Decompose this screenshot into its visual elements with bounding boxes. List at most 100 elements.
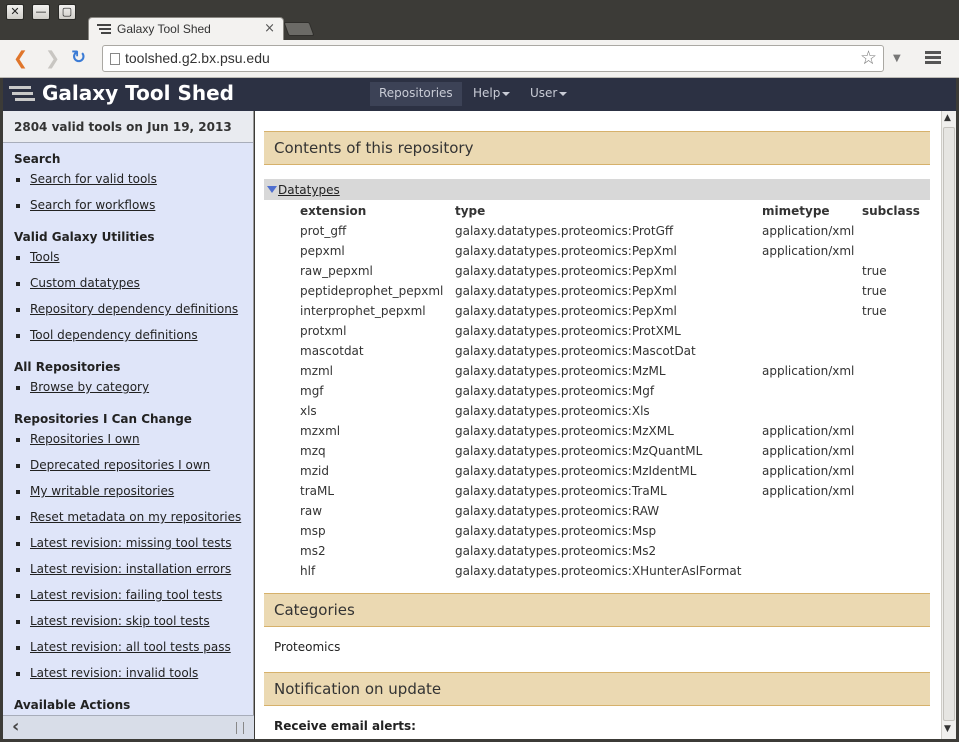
type-cell: galaxy.datatypes.proteomics:TraML	[455, 484, 667, 498]
datatypes-table-body: prot_gff galaxy.datatypes.proteomics:Prot…	[300, 221, 922, 581]
nav-link[interactable]: Tool dependency definitions	[30, 328, 198, 342]
url-text[interactable]: toolshed.g2.bx.psu.edu	[125, 50, 270, 66]
nav-user-label: User	[530, 86, 558, 100]
list-item: Latest revision: failing tool tests	[14, 585, 253, 611]
extension-cell: peptideprophet_pepxml	[300, 284, 444, 298]
reload-icon[interactable]: ↻	[71, 47, 86, 68]
column-header: mimetype	[762, 204, 830, 218]
nav-link[interactable]: Latest revision: failing tool tests	[30, 588, 222, 602]
section-list: Tools Custom datatypes Repository dependen…	[14, 247, 253, 351]
type-cell: galaxy.datatypes.proteomics:Ms2	[455, 544, 657, 558]
list-item: Search for valid tools	[14, 169, 253, 195]
mimetype-cell	[762, 261, 862, 281]
nav-link[interactable]: Repositories I own	[30, 432, 140, 446]
browser-toolbar: ❮ ❯ ↻ toolshed.g2.bx.psu.edu ☆ ▼	[0, 40, 959, 78]
tab-strip: ✕ — ▢ Galaxy Tool Shed ×	[0, 0, 959, 40]
tab-close-icon[interactable]: ×	[264, 21, 275, 36]
page-icon	[110, 53, 120, 65]
list-item: Search for workflows	[14, 195, 253, 221]
mimetype-cell: application/xml	[762, 364, 855, 378]
scrollbar-thumb[interactable]	[943, 127, 955, 721]
type-cell: galaxy.datatypes.proteomics:Mgf	[455, 384, 655, 398]
nav-link[interactable]: Latest revision: missing tool tests	[30, 536, 232, 550]
brand-title[interactable]: Galaxy Tool Shed	[42, 81, 234, 105]
back-arrow-icon[interactable]: ❮	[13, 48, 28, 69]
datatypes-link[interactable]: Datatypes	[278, 183, 340, 197]
new-tab-button[interactable]	[283, 22, 315, 36]
list-item: Repository dependency definitions	[14, 299, 253, 325]
main-content: Contents of this repository Datatypes ex…	[255, 111, 941, 739]
table-row: pepxml galaxy.datatypes.proteomics:PepXml…	[300, 241, 922, 261]
section-heading: Search	[14, 152, 61, 166]
subclass-cell	[862, 501, 922, 521]
nav-link[interactable]: Repository dependency definitions	[30, 302, 238, 316]
scroll-down-arrow-icon[interactable]: ▼	[944, 724, 951, 734]
table-row: mzq galaxy.datatypes.proteomics:MzQuantML…	[300, 441, 922, 461]
nav-link[interactable]: Latest revision: all tool tests pass	[30, 640, 231, 654]
left-panel-sections: Search Search for valid tools Search for w…	[3, 152, 253, 715]
table-row: mascotdat galaxy.datatypes.proteomics:Mas…	[300, 341, 922, 361]
nav-link[interactable]: Reset metadata on my repositories	[30, 510, 241, 524]
extension-cell: mzml	[300, 364, 334, 378]
close-window-button[interactable]: ✕	[6, 4, 24, 20]
address-bar[interactable]: toolshed.g2.bx.psu.edu ☆	[102, 45, 884, 72]
mimetype-cell	[762, 401, 862, 421]
caret-down-icon	[559, 91, 568, 96]
scroll-up-arrow-icon[interactable]: ▲	[944, 113, 951, 123]
mimetype-cell: application/xml	[762, 244, 855, 258]
table-row: mzxml galaxy.datatypes.proteomics:MzXML ap…	[300, 421, 922, 441]
chevron-down-icon[interactable]: ▼	[893, 53, 901, 64]
forward-arrow-icon[interactable]: ❯	[45, 48, 60, 69]
collapse-panel-icon[interactable]: ‹	[12, 716, 19, 737]
nav-link[interactable]: Latest revision: skip tool tests	[30, 614, 210, 628]
table-row: mzml galaxy.datatypes.proteomics:MzML appl…	[300, 361, 922, 381]
resize-grip-icon[interactable]	[236, 722, 244, 734]
nav-link[interactable]: Search for valid tools	[30, 172, 157, 186]
nav-link[interactable]: My writable repositories	[30, 484, 174, 498]
nav-link[interactable]: Search for workflows	[30, 198, 155, 212]
extension-cell: protxml	[300, 324, 347, 338]
mimetype-cell: application/xml	[762, 224, 855, 238]
nav-user[interactable]: User	[530, 86, 568, 100]
browser-menu-icon[interactable]	[925, 51, 941, 66]
minimize-window-button[interactable]: —	[32, 4, 50, 20]
nav-repositories[interactable]: Repositories	[370, 82, 462, 106]
table-row: raw galaxy.datatypes.proteomics:RAW	[300, 501, 922, 521]
type-cell: galaxy.datatypes.proteomics:Xls	[455, 404, 650, 418]
column-header: type	[455, 204, 486, 218]
expand-triangle-icon[interactable]	[267, 186, 277, 193]
type-cell: galaxy.datatypes.proteomics:MzIdentML	[455, 464, 697, 478]
list-item: Latest revision: skip tool tests	[14, 611, 253, 637]
mimetype-cell	[762, 521, 862, 541]
type-cell: galaxy.datatypes.proteomics:PepXml	[455, 284, 677, 298]
table-row: msp galaxy.datatypes.proteomics:Msp	[300, 521, 922, 541]
mimetype-cell: application/xml	[762, 464, 855, 478]
nav-link[interactable]: Tools	[30, 250, 60, 264]
caret-down-icon	[502, 91, 511, 96]
nav-link[interactable]: Custom datatypes	[30, 276, 140, 290]
tab-galaxy-tool-shed[interactable]: Galaxy Tool Shed ×	[88, 17, 284, 40]
bookmark-star-icon[interactable]: ☆	[860, 47, 877, 69]
mimetype-cell	[762, 561, 862, 581]
table-row: interprophet_pepxml galaxy.datatypes.prot…	[300, 301, 922, 321]
datatypes-folder[interactable]: Datatypes	[264, 179, 930, 200]
maximize-window-button[interactable]: ▢	[58, 4, 76, 20]
column-header: extension	[300, 204, 367, 218]
table-header-row: extension type mimetype subclass	[300, 201, 922, 221]
section-heading: Repositories I Can Change	[14, 412, 192, 426]
extension-cell: mzid	[300, 464, 329, 478]
list-item: Reset metadata on my repositories	[14, 507, 253, 533]
extension-cell: msp	[300, 524, 326, 538]
extension-cell: raw_pepxml	[300, 264, 373, 278]
table-row: peptideprophet_pepxml galaxy.datatypes.pr…	[300, 281, 922, 301]
nav-link[interactable]: Latest revision: installation errors	[30, 562, 231, 576]
nav-help[interactable]: Help	[473, 86, 511, 100]
nav-link[interactable]: Deprecated repositories I own	[30, 458, 210, 472]
nav-link[interactable]: Browse by category	[30, 380, 149, 394]
table-row: protxml galaxy.datatypes.proteomics:ProtX…	[300, 321, 922, 341]
nav-link[interactable]: Latest revision: invalid tools	[30, 666, 198, 680]
section-list: Search for valid tools Search for workflo…	[14, 169, 253, 221]
main-scrollbar[interactable]: ▲ ▼	[941, 111, 956, 739]
type-cell: galaxy.datatypes.proteomics:MascotDat	[455, 344, 696, 358]
mimetype-cell	[762, 381, 862, 401]
